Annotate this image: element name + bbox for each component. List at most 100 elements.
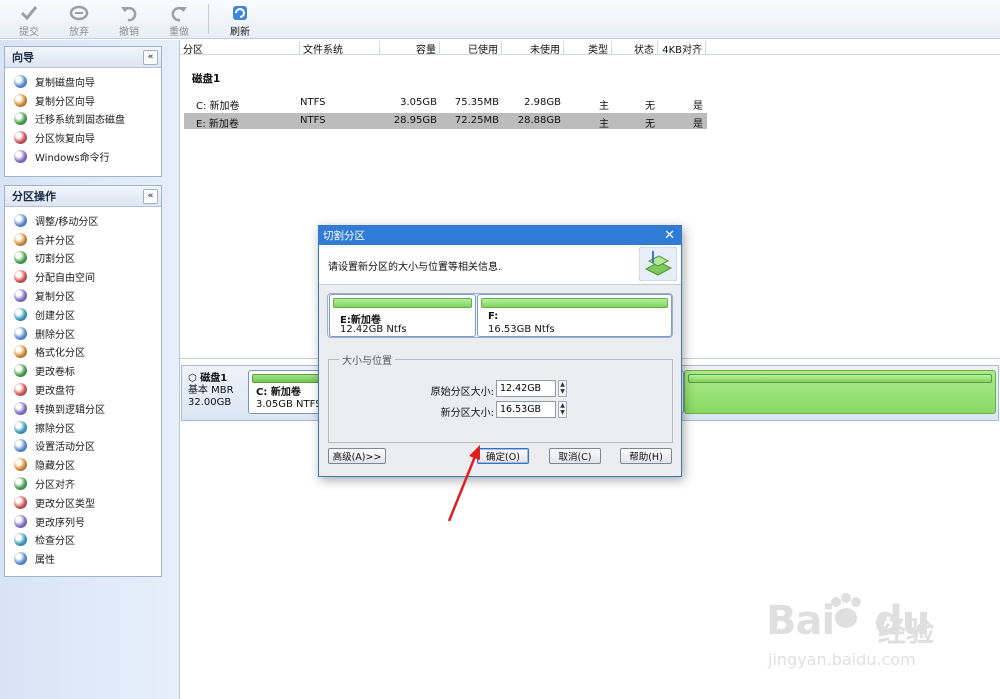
ops-panel-header: 分区操作 « bbox=[5, 186, 161, 207]
col-4k[interactable]: 4KB对齐 bbox=[658, 41, 706, 56]
dialog-title: 切割分区 bbox=[323, 230, 365, 242]
wizard-item[interactable]: 迁移系统到固态磁盘 bbox=[5, 110, 161, 129]
col-capacity[interactable]: 容量 bbox=[380, 41, 440, 56]
ops-item-icon bbox=[14, 477, 27, 491]
cancel-button[interactable]: 取消(C) bbox=[549, 448, 601, 464]
redo-label: 重做 bbox=[169, 27, 189, 38]
ops-item-icon bbox=[14, 289, 27, 303]
cell-free: 28.88GB bbox=[517, 115, 561, 126]
dialog-instruction: 请设置新分区的大小与位置等相关信息. bbox=[328, 262, 502, 273]
col-free[interactable]: 未使用 bbox=[502, 41, 564, 56]
wizard-item[interactable]: 分区恢复向导 bbox=[5, 128, 161, 147]
refresh-button[interactable]: 刷新 bbox=[215, 0, 265, 38]
table-row[interactable]: E: 新加卷 NTFS 28.95GB 72.25MB 28.88GB 主 无 是 bbox=[184, 113, 707, 130]
dialog-titlebar: 切割分区 ✕ bbox=[319, 226, 681, 245]
new-size-spinner[interactable]: ▲ ▼ bbox=[558, 401, 567, 418]
ops-item-icon bbox=[14, 270, 27, 284]
ops-item-label: 合并分区 bbox=[35, 235, 75, 247]
wizard-item-icon bbox=[14, 150, 27, 164]
new-size-input[interactable] bbox=[496, 401, 556, 418]
left-sidebar: 向导 « 复制磁盘向导 复制分区向导 迁移系统到固态磁盘 分区恢复向导 Windows命… bbox=[0, 40, 180, 699]
ops-item-icon bbox=[14, 439, 27, 453]
ops-item[interactable]: 分区对齐 bbox=[5, 474, 161, 493]
cell-capacity: 3.05GB bbox=[400, 97, 437, 108]
ops-item-icon bbox=[14, 458, 27, 472]
discard-icon bbox=[69, 5, 89, 21]
annotation-arrow-icon bbox=[447, 445, 480, 522]
ops-item[interactable]: 更改序列号 bbox=[5, 512, 161, 531]
wizard-item-icon bbox=[14, 112, 27, 126]
split-part-new[interactable]: F: 16.53GB Ntfs bbox=[477, 294, 672, 337]
wizard-item[interactable]: Windows命令行 bbox=[5, 147, 161, 166]
ops-item[interactable]: 检查分区 bbox=[5, 531, 161, 550]
ops-item[interactable]: 更改卷标 bbox=[5, 361, 161, 380]
table-row[interactable]: C: 新加卷 NTFS 3.05GB 75.35MB 2.98GB 主 无 是 bbox=[184, 95, 707, 112]
ops-item[interactable]: 创建分区 bbox=[5, 305, 161, 324]
wizard-item[interactable]: 复制分区向导 bbox=[5, 91, 161, 110]
partition-e-usage-bar bbox=[688, 374, 992, 383]
advanced-button[interactable]: 高级(A)>> bbox=[328, 448, 386, 464]
baidu-watermark: Bai du 经验 jingyan.baidu.com bbox=[760, 590, 990, 680]
disk-size: 32.00GB bbox=[188, 397, 232, 408]
refresh-label: 刷新 bbox=[230, 27, 250, 38]
redo-button[interactable]: 重做 bbox=[154, 0, 204, 38]
cell-used: 72.25MB bbox=[454, 115, 499, 126]
ops-item-label: 删除分区 bbox=[35, 329, 75, 341]
partition-c-info: 3.05GB NTFS bbox=[256, 399, 322, 410]
ops-collapse-button[interactable]: « bbox=[143, 188, 158, 204]
close-icon[interactable]: ✕ bbox=[664, 229, 675, 242]
ops-item[interactable]: 属性 bbox=[5, 549, 161, 568]
disk-info: ⬡ 磁盘1 基本 MBR 32.00GB bbox=[188, 373, 234, 409]
new-size-row: 新分区大小: ▲▼ bbox=[329, 401, 674, 419]
cell-aligned: 是 bbox=[693, 119, 703, 130]
ops-item[interactable]: 调整/移动分区 bbox=[5, 211, 161, 230]
submit-button[interactable]: 提交 bbox=[4, 0, 54, 38]
ops-item[interactable]: 擦除分区 bbox=[5, 418, 161, 437]
wizard-item[interactable]: 复制磁盘向导 bbox=[5, 72, 161, 91]
cell-status: 无 bbox=[645, 119, 655, 130]
split-part-original[interactable]: E:新加卷 12.42GB Ntfs bbox=[329, 294, 476, 337]
wizard-item-label: 复制分区向导 bbox=[35, 96, 95, 108]
partition-c-name: C: 新加卷 bbox=[256, 387, 301, 398]
ops-item[interactable]: 复制分区 bbox=[5, 286, 161, 305]
ops-item-label: 切割分区 bbox=[35, 254, 75, 266]
ops-item[interactable]: 隐藏分区 bbox=[5, 455, 161, 474]
discard-button[interactable]: 放弃 bbox=[54, 0, 104, 38]
orig-size-input[interactable] bbox=[496, 380, 556, 397]
cell-free: 2.98GB bbox=[524, 97, 561, 108]
ops-item[interactable]: 格式化分区 bbox=[5, 343, 161, 362]
ops-item-label: 格式化分区 bbox=[35, 348, 85, 360]
ops-item[interactable]: 合并分区 bbox=[5, 230, 161, 249]
ops-item-label: 分配自由空间 bbox=[35, 273, 95, 285]
ops-item[interactable]: 设置活动分区 bbox=[5, 437, 161, 456]
ops-item[interactable]: 更改盘符 bbox=[5, 380, 161, 399]
col-used[interactable]: 已使用 bbox=[440, 41, 502, 56]
col-type[interactable]: 类型 bbox=[564, 41, 612, 56]
ops-item-icon bbox=[14, 514, 27, 528]
cell-partition: E: 新加卷 bbox=[196, 119, 239, 130]
table-disk-label: 磁盘1 bbox=[192, 73, 221, 85]
help-button[interactable]: 帮助(H) bbox=[620, 448, 672, 464]
split-part-new-bar bbox=[481, 298, 668, 308]
ops-item-label: 擦除分区 bbox=[35, 423, 75, 435]
orig-size-spinner[interactable]: ▲ ▼ bbox=[558, 380, 567, 397]
partition-block-e[interactable] bbox=[684, 370, 996, 414]
ops-item[interactable]: 删除分区 bbox=[5, 324, 161, 343]
ops-item[interactable]: 更改分区类型 bbox=[5, 493, 161, 512]
undo-button[interactable]: 撤销 bbox=[104, 0, 154, 38]
new-size-label: 新分区大小: bbox=[440, 408, 494, 419]
cell-fs: NTFS bbox=[300, 115, 326, 126]
wizard-collapse-button[interactable]: « bbox=[143, 49, 158, 65]
col-status[interactable]: 状态 bbox=[612, 41, 658, 56]
table-header: 分区 文件系统 容量 已使用 未使用 类型 状态 4KB对齐 bbox=[180, 40, 1000, 56]
col-filesystem[interactable]: 文件系统 bbox=[300, 41, 380, 56]
orig-size-label: 原始分区大小: bbox=[430, 387, 494, 398]
ops-item[interactable]: 分配自由空间 bbox=[5, 267, 161, 286]
ops-item-label: 隐藏分区 bbox=[35, 461, 75, 473]
col-partition[interactable]: 分区 bbox=[180, 41, 300, 56]
redo-icon bbox=[171, 6, 187, 22]
wizard-panel: 向导 « 复制磁盘向导 复制分区向导 迁移系统到固态磁盘 分区恢复向导 Windows命… bbox=[4, 46, 162, 177]
ops-item[interactable]: 切割分区 bbox=[5, 249, 161, 268]
ops-item[interactable]: 转换到逻辑分区 bbox=[5, 399, 161, 418]
ops-item-label: 更改卷标 bbox=[35, 367, 75, 379]
